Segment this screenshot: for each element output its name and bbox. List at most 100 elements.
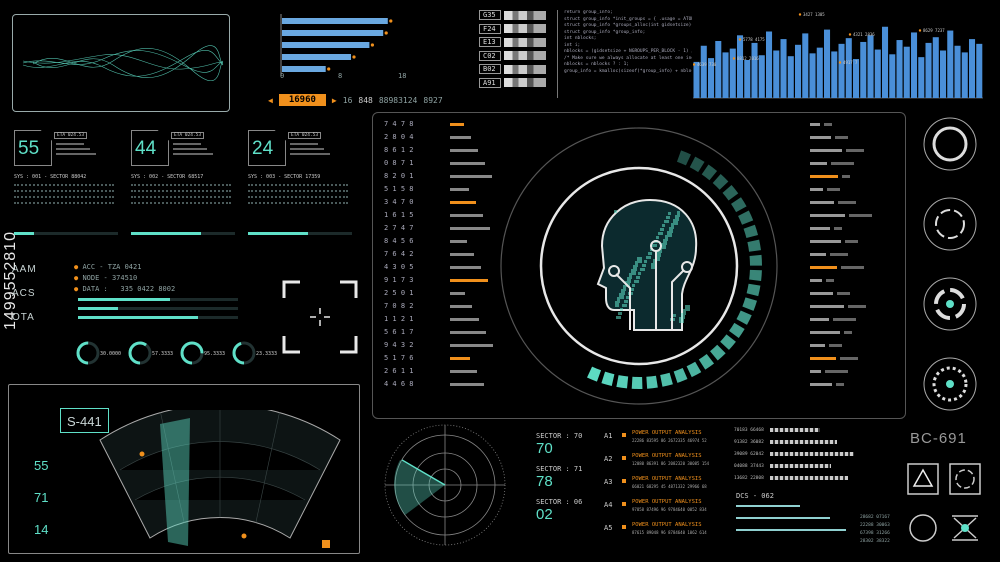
sys-progress [14,232,34,235]
top-right-column-chart: 3427 1305 5778 4175 4321 2836 8629 7237 4639… [693,12,983,99]
digit-row: 3 4 7 0 [384,198,414,206]
sys-data-line [248,190,348,193]
ai-head-emblem [500,127,778,405]
ring-segment-20 [660,372,673,387]
gauge-tick-line [173,143,201,145]
head-pixel [644,260,647,263]
code-line: struct group_info *groups_alloc(int gids… [564,23,692,28]
code-tag-bar-2 [504,37,546,47]
center-right-row [810,144,894,157]
column-chart-label-6: 4917 7 [843,60,858,65]
column-bar-13 [787,56,794,98]
head-pixel [638,272,641,275]
power-row-4: A5 POWER OUTPUT ANALYSIS 87615 89048 96 87… [604,522,710,545]
head-pixel [634,280,639,283]
gauge-panel-1: 44 ETA 024.53 SYS : 002 - SECTOR 68517 [131,130,235,240]
code-tag-bar-4 [504,64,546,74]
sector-value-0: 70 [536,440,553,457]
code-tag-2: E13 [479,37,501,47]
ring-segment-11 [746,283,761,297]
ring-segment-19 [673,368,688,383]
hbar-3 [282,54,351,60]
column-bar-14 [795,44,802,98]
ring-segment-7 [743,224,759,239]
digit-row: 8 6 1 2 [384,146,414,154]
right-list-code: 04088 37443 [734,463,764,469]
right-list-row: 04088 37443 [734,460,894,472]
gauge-tick-line [290,153,330,155]
side-label-aam: AAM [12,264,37,275]
wave-panel [12,14,230,112]
code-tag-bar-1 [504,24,546,33]
radar-corner-dot [322,540,330,548]
ring-segment-8 [747,239,761,252]
column-bar-5 [729,48,736,98]
digit-row: 2 7 4 7 [384,224,414,232]
head-pixel [648,252,652,255]
power-row-title: POWER OUTPUT ANALYSIS [632,522,702,528]
power-row-numbers: 12080 86391 86 2082320 30085 154 [632,461,710,466]
digit-row: 8 4 5 6 [384,237,414,245]
ring-segment-0 [676,150,691,166]
counter-extra-3: 8927 [423,95,443,105]
power-row-id: A2 [604,455,613,463]
radar-num-1: 71 [34,490,49,505]
digit-row: 1 6 1 5 [384,211,414,219]
column-chart-label-1: 5778 4175 [743,37,765,42]
column-bar-18 [824,29,831,99]
counter-left-arrow[interactable]: ◀ [268,96,273,105]
power-row-id: A4 [604,501,613,509]
info-bars [78,298,238,319]
right-list-code: 39089 62042 [734,451,764,457]
sys-data-line [131,184,231,187]
ring-gauge-value-1: 57.3333 [152,351,173,357]
code-line: nblocks = (gidsetsize + NGROUPS_PER_BLOC… [564,49,692,54]
head-pixel [618,312,622,315]
head-pixel [666,216,670,219]
column-bar-39 [976,43,983,98]
digit-row: 1 1 2 1 [384,315,414,323]
column-chart-marker-2 [848,33,852,36]
center-right-row [810,300,894,313]
code-tag-bar-0 [504,10,546,20]
sys-data-line [14,202,114,205]
center-right-row [810,118,894,131]
sys-data-line [248,184,348,187]
ring-gauge-value-0: 30.0000 [100,351,121,357]
head-pixel [637,257,642,263]
counter-extra-2: 88983124 [378,95,418,105]
head-pixel [652,244,657,247]
hbar-marker-3 [352,55,356,59]
power-row-id: A5 [604,524,613,532]
digit-row: 9 4 3 2 [384,341,414,349]
sys-progress [131,232,201,235]
column-bar-29 [903,46,910,98]
head-pixel [642,264,646,267]
ring-segment-24 [601,371,615,386]
hbar-axis-2: 18 [398,72,407,80]
ring-gauge-row: 30.0000 57.3333 95.3333 23.3333 [76,341,277,365]
column-chart-marker-5 [732,57,736,60]
bottom-right-code: 22288 30063 [860,523,890,528]
target-reticle[interactable] [282,280,358,354]
power-row-3: A4 POWER OUTPUT ANALYSIS 97858 87496 96 97… [604,499,710,522]
counter-right-arrow[interactable]: ▶ [332,96,337,105]
power-row-numbers: 22286 83595 86 2672335 46974 52 [632,438,707,443]
ring-segment-18 [686,361,702,378]
counter-row: ◀ 16960 ▶ 16 848 88983124 8927 [268,94,443,106]
gauge-tick-line [56,153,96,155]
column-bar-8 [751,42,758,98]
right-list-code: 91382 36082 [734,439,764,445]
counter-extra-1: 848 [358,95,373,105]
sector-value-2: 02 [536,506,553,523]
center-right-row [810,313,894,326]
center-right-row [810,248,894,261]
radar-side-numbers: 55 71 14 [34,450,48,546]
digit-row: 2 6 1 1 [384,367,414,375]
column-bar-35 [947,30,954,98]
right-list-row: 91382 36082 [734,436,894,448]
waveform-graphic [22,45,224,81]
power-row-2: A3 POWER OUTPUT ANALYSIS 66021 68295 45 48… [604,476,710,499]
column-bar-6 [737,35,744,98]
column-bar-21 [845,38,852,98]
